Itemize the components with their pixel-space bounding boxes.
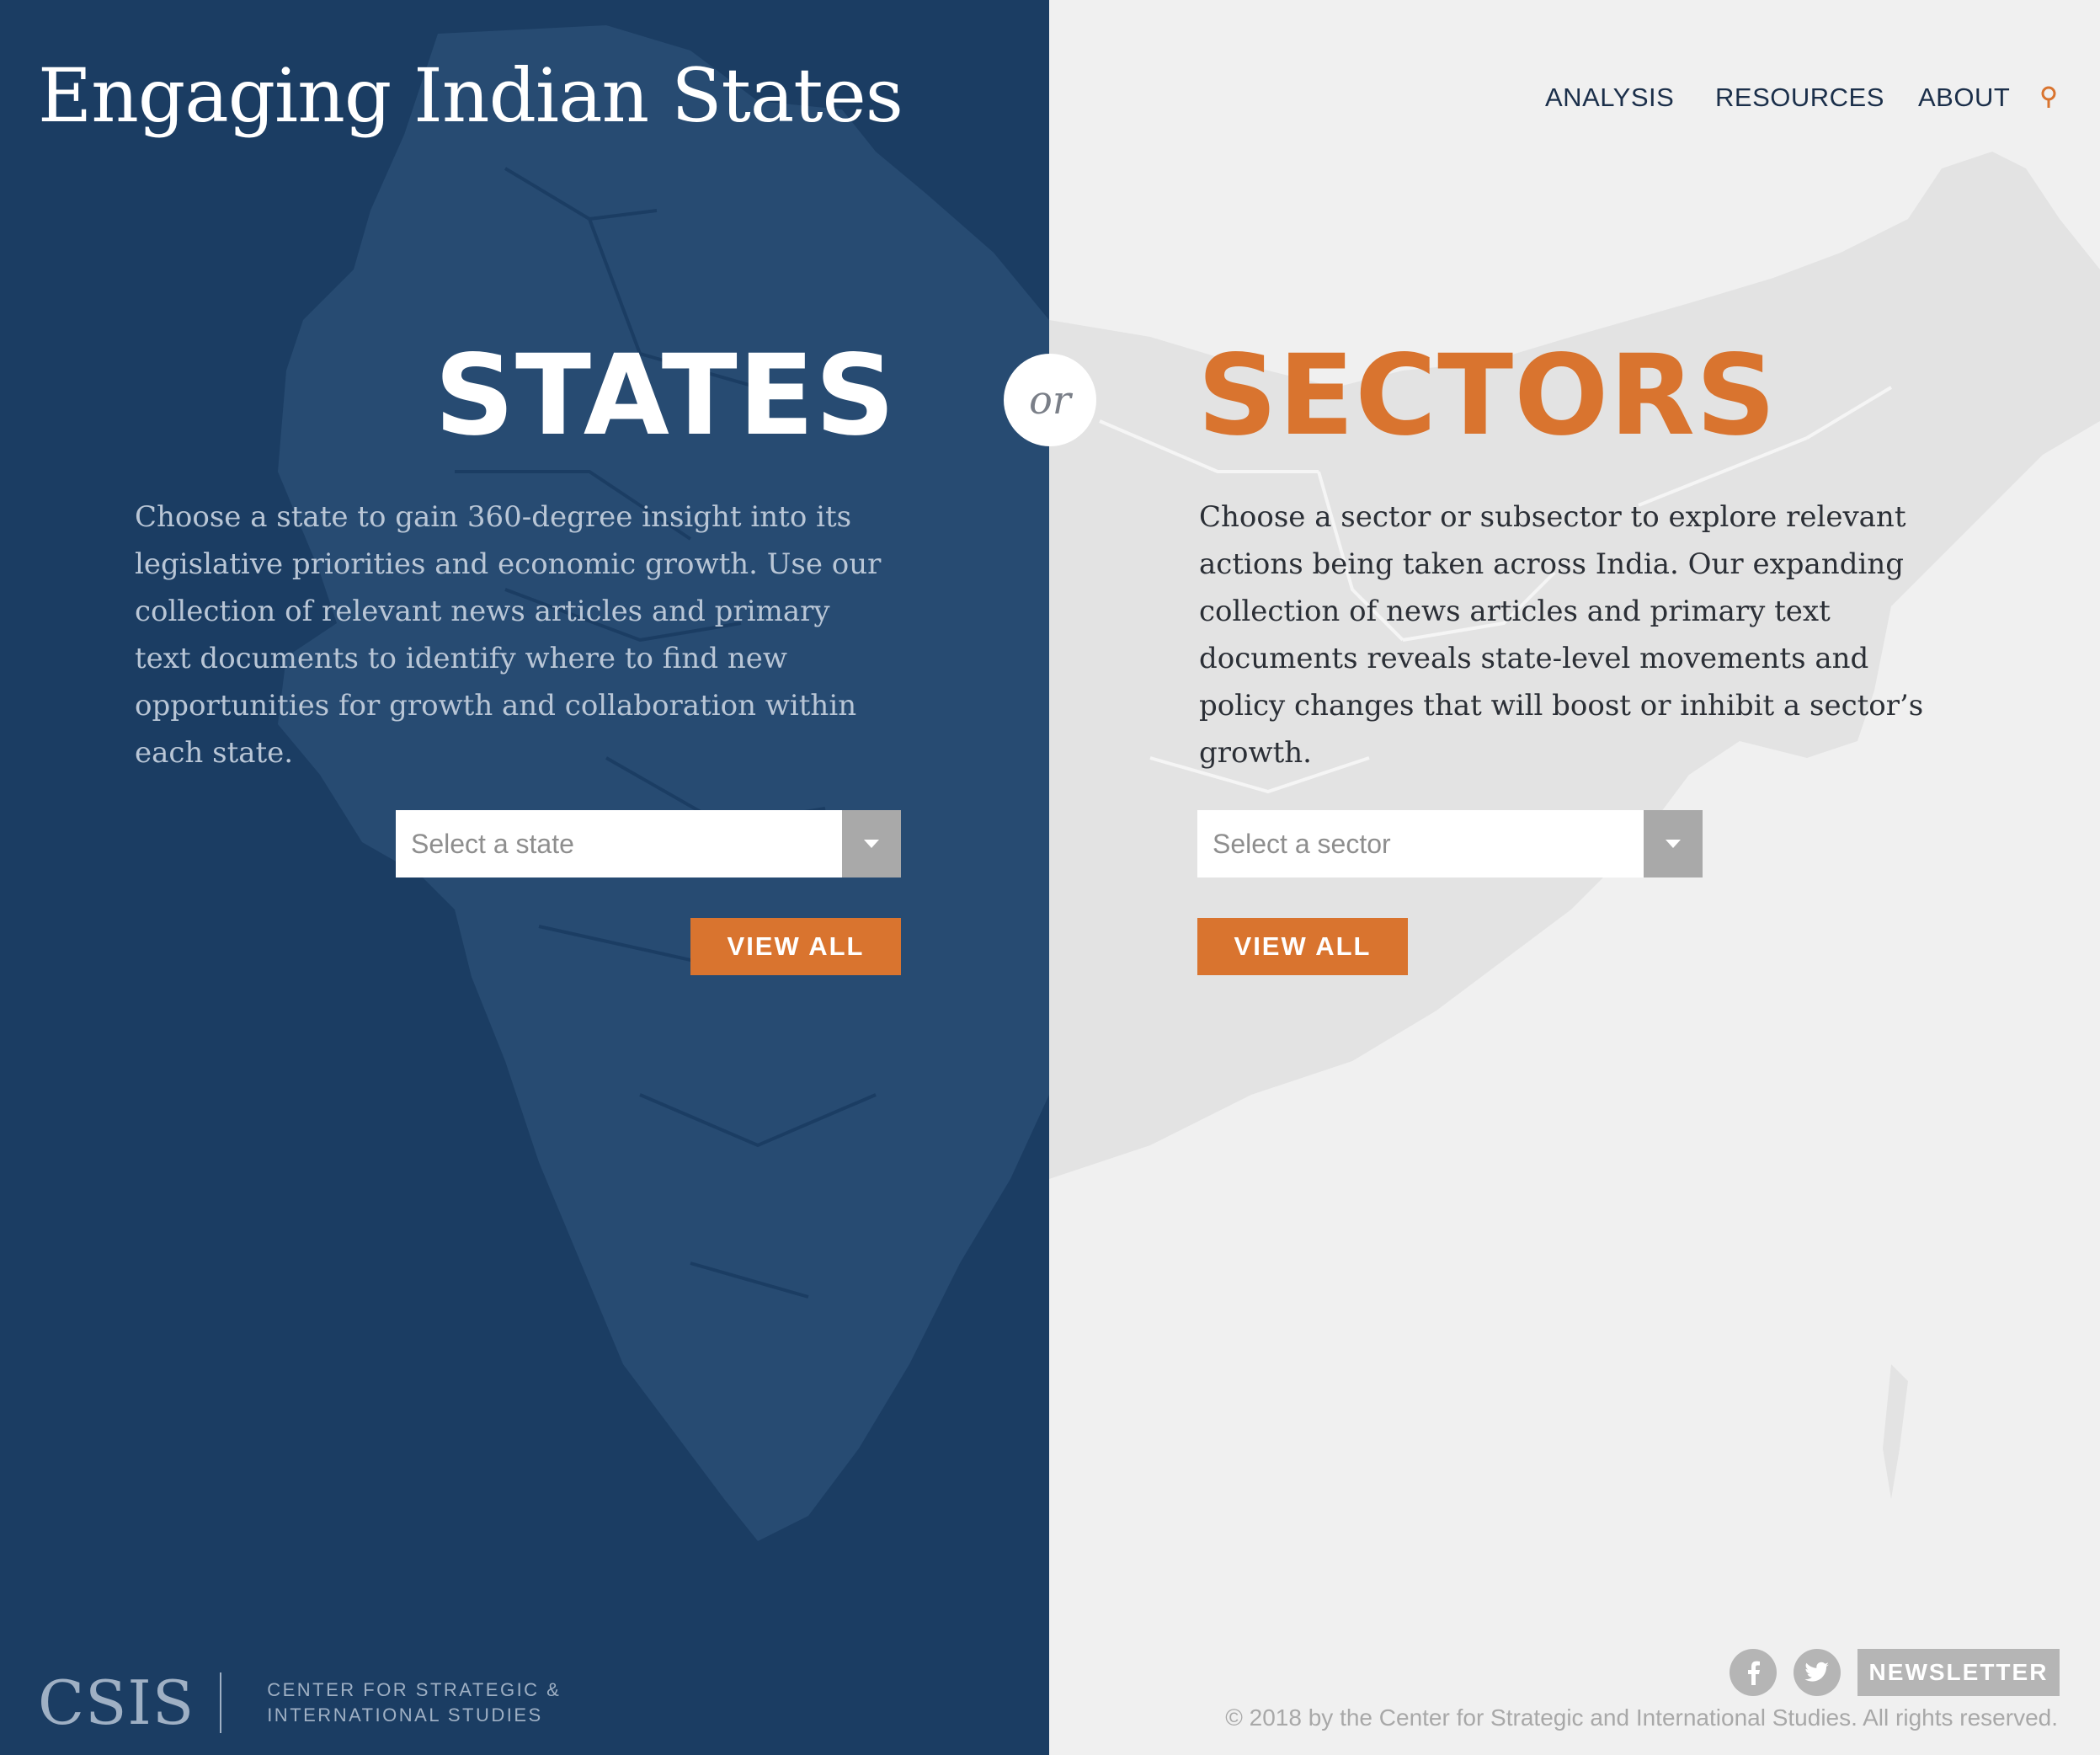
nav-link-resources[interactable]: RESOURCES	[1715, 83, 1884, 113]
logo-text-line2: INTERNATIONAL STUDIES	[267, 1704, 543, 1726]
main-nav: ANALYSIS RESOURCES ABOUT	[0, 83, 2100, 116]
sectors-heading: SECTORS	[1197, 331, 1778, 461]
logo-text-line1: CENTER FOR STRATEGIC &	[267, 1679, 562, 1700]
facebook-icon[interactable]	[1730, 1649, 1777, 1696]
east-india-map	[1049, 152, 2100, 1499]
nav-link-analysis[interactable]: ANALYSIS	[1545, 83, 1674, 113]
twitter-icon[interactable]	[1794, 1649, 1841, 1696]
or-divider: or	[1004, 354, 1096, 446]
logo-mark: CSIS	[38, 1667, 195, 1738]
chevron-down-icon[interactable]	[1644, 810, 1703, 878]
csis-logo[interactable]: CSIS CENTER FOR STRATEGIC & INTERNATIONA…	[38, 1667, 561, 1738]
logo-divider	[220, 1672, 222, 1733]
twitter-glyph	[1804, 1662, 1829, 1682]
chevron-down-icon[interactable]	[842, 810, 901, 878]
states-description: Choose a state to gain 360-degree insigh…	[135, 500, 882, 770]
search-icon[interactable]	[2038, 84, 2063, 109]
facebook-glyph	[1748, 1661, 1760, 1685]
state-select[interactable]: Select a state	[396, 810, 901, 878]
view-all-sectors-button[interactable]: VIEW ALL	[1197, 918, 1408, 975]
newsletter-button[interactable]: NEWSLETTER	[1857, 1649, 2060, 1696]
copyright: © 2018 by the Center for Strategic and I…	[1225, 1704, 2058, 1731]
sector-select[interactable]: Select a sector	[1197, 810, 1703, 878]
states-heading: STATES	[434, 331, 896, 461]
nav-link-about[interactable]: ABOUT	[1918, 83, 2010, 113]
india-map-background	[278, 25, 1049, 1541]
sectors-panel	[1049, 0, 2100, 1755]
sector-select-placeholder: Select a sector	[1213, 829, 1391, 859]
states-panel	[0, 0, 1049, 1755]
state-select-placeholder: Select a state	[411, 829, 574, 859]
sectors-description: Choose a sector or subsector to explore …	[1199, 500, 1924, 770]
logo-text: CENTER FOR STRATEGIC & INTERNATIONAL STU…	[267, 1678, 561, 1728]
view-all-states-button[interactable]: VIEW ALL	[690, 918, 901, 975]
